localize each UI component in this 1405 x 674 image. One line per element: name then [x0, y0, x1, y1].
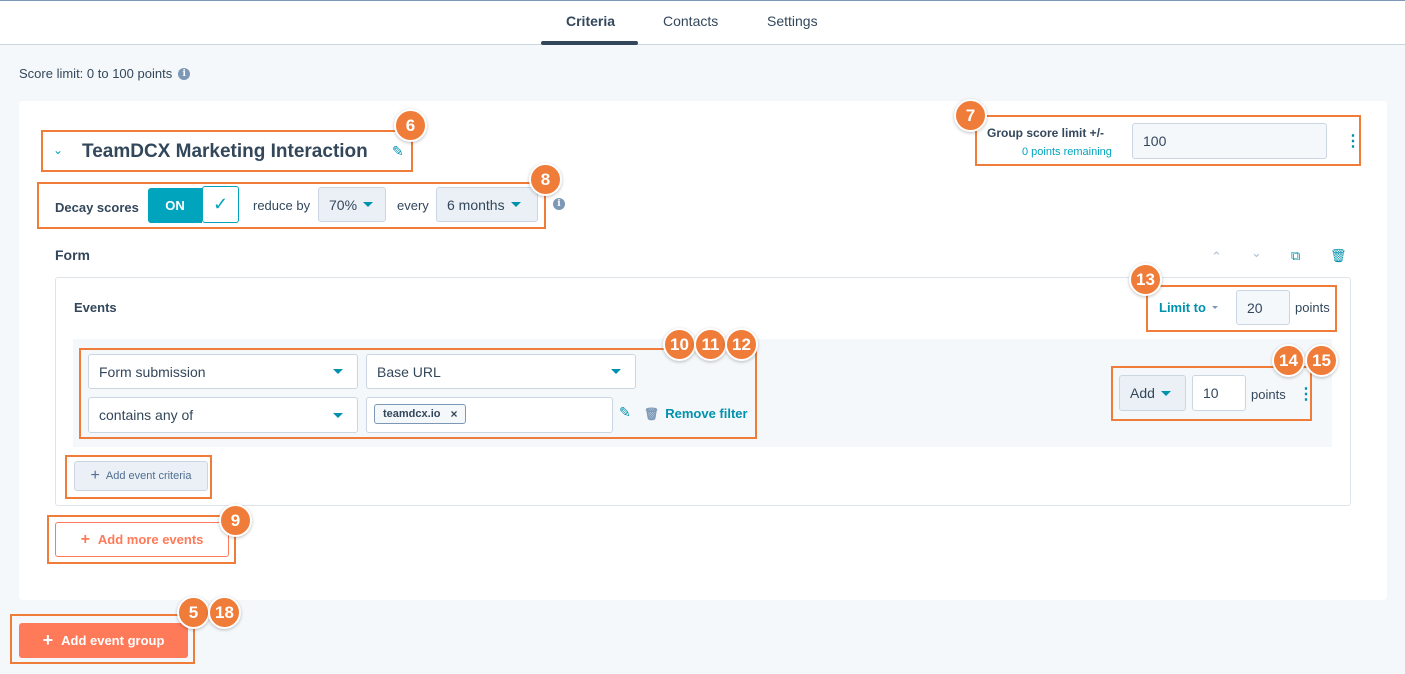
decay-toggle-on[interactable]: ON: [148, 188, 202, 223]
copy-icon[interactable]: ⧉: [1291, 248, 1300, 264]
operator-value: contains any of: [99, 407, 194, 423]
move-up-icon[interactable]: ⌃: [1211, 249, 1222, 265]
edit-pencil-icon[interactable]: ✎: [392, 143, 404, 160]
tab-contacts[interactable]: Contacts: [663, 13, 718, 29]
value-chip: teamdcx.io ×: [374, 404, 467, 424]
decay-scores-label: Decay scores: [55, 200, 139, 215]
callout-badge: 11: [694, 328, 727, 361]
add-event-criteria-button[interactable]: + Add event criteria: [74, 461, 208, 491]
more-options-icon[interactable]: ⋮: [1345, 131, 1361, 151]
tab-settings[interactable]: Settings: [767, 13, 818, 29]
property-select[interactable]: Base URL: [366, 354, 636, 389]
score-limit-text: Score limit: 0 to 100 points: [19, 66, 173, 81]
caret-down-icon: [333, 412, 343, 418]
operator-select[interactable]: contains any of: [88, 397, 358, 433]
reduce-by-value: 70%: [329, 196, 358, 213]
points-label: points: [1295, 300, 1330, 315]
points-remaining: 0 points remaining: [1022, 146, 1112, 158]
caret-down-icon: [510, 202, 521, 207]
action-value: Add: [1130, 385, 1155, 401]
group-title: TeamDCX Marketing Interaction: [82, 141, 368, 162]
event-type-select[interactable]: Form submission: [88, 354, 358, 389]
callout-badge: 7: [954, 99, 987, 132]
info-icon[interactable]: i: [553, 198, 565, 210]
reduce-by-label: reduce by: [253, 198, 311, 213]
info-icon[interactable]: i: [178, 67, 191, 80]
add-more-events-label: Add more events: [97, 532, 204, 547]
more-options-icon[interactable]: ⋮: [1298, 384, 1314, 404]
plus-icon: +: [80, 530, 90, 548]
callout-badge: 14: [1272, 344, 1305, 377]
every-label: every: [397, 198, 429, 213]
callout-badge: 12: [725, 328, 758, 361]
caret-down-icon: [333, 369, 343, 374]
every-value: 6 months: [447, 196, 505, 213]
chevron-down-icon[interactable]: ⌄: [53, 143, 63, 157]
caret-down-icon: [363, 202, 374, 207]
caret-down-icon: [1160, 390, 1171, 396]
caret-down-icon: [611, 369, 621, 374]
limit-to-select[interactable]: Limit to: [1159, 300, 1218, 315]
callout-badge: 9: [219, 504, 252, 537]
callout-badge: 13: [1129, 263, 1162, 296]
callout-badge: 8: [529, 163, 562, 196]
plus-icon: +: [90, 467, 100, 484]
add-event-criteria-label: Add event criteria: [105, 470, 192, 482]
close-icon[interactable]: ×: [450, 407, 457, 421]
every-select[interactable]: 6 months: [436, 187, 538, 222]
points-label: points: [1251, 387, 1286, 402]
callout-badge: 6: [394, 109, 427, 142]
limit-value-input[interactable]: 20: [1236, 290, 1290, 325]
checkmark-icon[interactable]: ✓: [202, 186, 239, 223]
add-event-group-label: Add event group: [61, 633, 165, 648]
plus-icon: +: [42, 630, 54, 650]
move-down-icon[interactable]: ⌄: [1251, 245, 1262, 261]
chip-label: teamdcx.io: [383, 408, 441, 420]
tab-criteria[interactable]: Criteria: [566, 13, 615, 29]
reduce-by-select[interactable]: 70%: [318, 187, 386, 222]
group-score-limit-input[interactable]: 100: [1132, 123, 1327, 159]
event-type-value: Form submission: [99, 363, 206, 380]
property-value: Base URL: [377, 363, 441, 380]
limit-to-label: Limit to: [1159, 300, 1206, 315]
callout-badge: 10: [663, 328, 696, 361]
edit-pencil-icon[interactable]: ✎: [619, 404, 631, 421]
action-select[interactable]: Add: [1119, 375, 1186, 411]
events-label: Events: [74, 300, 117, 315]
trash-icon[interactable]: 🗑: [1330, 248, 1347, 264]
caret-down-icon: [1211, 306, 1218, 309]
callout-badge: 15: [1305, 344, 1338, 377]
form-section-title: Form: [55, 247, 90, 263]
points-value-input[interactable]: 10: [1192, 375, 1246, 411]
trash-icon: 🗑: [644, 406, 660, 421]
remove-filter-label: Remove filter: [665, 406, 748, 421]
callout-badge: 5: [177, 596, 210, 629]
add-more-events-button[interactable]: + Add more events: [55, 522, 229, 557]
group-score-limit-label: Group score limit +/-: [987, 126, 1105, 140]
add-event-group-button[interactable]: + Add event group: [19, 623, 188, 658]
score-limit-info: Score limit: 0 to 100 points i: [19, 66, 191, 81]
callout-badge: 18: [208, 596, 241, 629]
active-tab-indicator: [541, 41, 638, 45]
remove-filter-link[interactable]: 🗑 Remove filter: [644, 406, 748, 421]
